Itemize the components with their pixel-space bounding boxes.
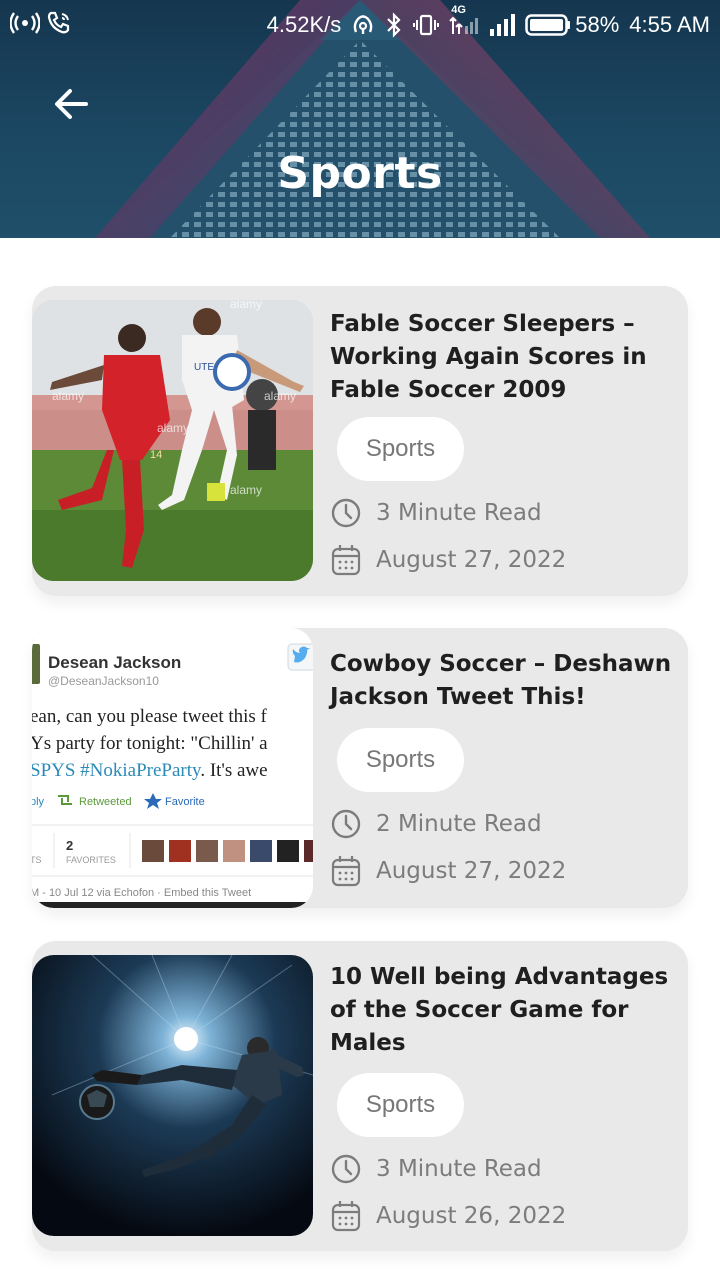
battery-icon <box>525 14 571 36</box>
player-number: 14 <box>150 449 162 461</box>
tweet-stats-fragment: TS <box>32 855 42 865</box>
hotspot-icon <box>10 12 40 34</box>
watermark: alamy <box>157 421 189 435</box>
watermark: alamy <box>230 483 262 497</box>
shirt-text: UTE <box>194 362 214 373</box>
watermark: alamy <box>230 300 262 311</box>
article-title[interactable]: Fable Soccer Sleepers – Working Again Sc… <box>330 308 675 407</box>
clock: 4:55 AM <box>629 12 710 37</box>
calendar-icon <box>331 545 361 576</box>
soccer-player-kick-photo <box>32 955 313 1236</box>
article-title[interactable]: Cowboy Soccer – Deshawn Jackson Tweet Th… <box>330 648 675 714</box>
tweet-text-line: ean, can you please tweet this f <box>32 706 268 727</box>
tweet-favorite[interactable]: Favorite <box>165 796 205 808</box>
calendar-icon <box>331 856 361 887</box>
mobile-signal-4g: 4G <box>449 4 479 38</box>
read-time-text: 3 Minute Read <box>376 1156 542 1182</box>
page-title: Sports <box>277 148 443 199</box>
tweet-text-rest: . It's awe <box>200 760 267 781</box>
publish-date: August 27, 2022 <box>330 854 566 888</box>
tweet-retweeted[interactable]: Retweeted <box>79 796 132 808</box>
favorites-label: FAVORITES <box>66 855 116 865</box>
battery-level: 58% <box>575 12 620 37</box>
read-time-text: 2 Minute Read <box>376 811 542 837</box>
status-bar: 4.52K/s 4G 58% 4:55 AM <box>0 0 720 50</box>
article-card[interactable]: Desean Jackson @DeseanJackson10 ean, can… <box>32 628 688 908</box>
battery-indicator: 58% <box>525 12 619 38</box>
article-title[interactable]: 10 Well being Advantages of the Soccer G… <box>330 961 675 1060</box>
watermark: alamy <box>52 389 84 403</box>
article-thumbnail <box>32 955 313 1236</box>
article-thumbnail: Desean Jackson @DeseanJackson10 ean, can… <box>32 628 313 908</box>
tweet-author-handle: @DeseanJackson10 <box>48 674 159 688</box>
tweet-text-line: SPYS #NokiaPreParty. It's awe <box>32 760 268 781</box>
tweet-reply-action[interactable]: ply <box>32 796 45 808</box>
network-speed: 4.52K/s <box>266 12 342 37</box>
category-chip[interactable]: Sports <box>337 728 464 792</box>
tweet-text-line: Ys party for tonight: "Chillin' a <box>32 733 268 754</box>
read-time-text: 3 Minute Read <box>376 500 542 526</box>
tweet-screenshot: Desean Jackson @DeseanJackson10 ean, can… <box>32 628 313 908</box>
article-card[interactable]: UTE 14 alamy alamy alamy alamy alamy Fab… <box>32 286 688 596</box>
bluetooth-icon <box>387 12 401 38</box>
read-time: 3 Minute Read <box>330 1153 542 1185</box>
article-list: UTE 14 alamy alamy alamy alamy alamy Fab… <box>0 238 720 1280</box>
signal-weak-icon <box>449 16 479 34</box>
publish-date: August 27, 2022 <box>330 543 566 577</box>
article-card[interactable]: 10 Well being Advantages of the Soccer G… <box>32 941 688 1251</box>
soccer-match-photo: UTE 14 alamy alamy alamy alamy alamy <box>32 300 313 581</box>
article-thumbnail: UTE 14 alamy alamy alamy alamy alamy <box>32 300 313 581</box>
favorites-count: 2 <box>66 838 73 853</box>
read-time: 3 Minute Read <box>330 497 542 529</box>
clock-icon <box>331 498 361 528</box>
date-text: August 27, 2022 <box>376 547 567 573</box>
date-text: August 27, 2022 <box>376 858 567 884</box>
calendar-icon <box>331 1201 361 1232</box>
tweet-footer: M - 10 Jul 12 via Echofon · Embed this T… <box>32 887 251 899</box>
category-chip[interactable]: Sports <box>337 417 464 481</box>
back-arrow-icon <box>55 89 88 119</box>
clock-icon <box>331 809 361 839</box>
app-header: 4.52K/s 4G 58% 4:55 AM Sports <box>0 0 720 238</box>
back-button[interactable] <box>50 82 94 126</box>
watermark: alamy <box>264 389 296 403</box>
signal-strength-icon <box>490 14 516 36</box>
read-time: 2 Minute Read <box>330 808 542 840</box>
tweet-author-name: Desean Jackson <box>48 653 181 672</box>
nfc-icon <box>353 15 373 34</box>
vibrate-icon <box>413 14 440 36</box>
tweet-hashtag-link[interactable]: SPYS #NokiaPreParty <box>32 760 202 781</box>
publish-date: August 26, 2022 <box>330 1199 566 1233</box>
clock-icon <box>331 1154 361 1184</box>
wifi-calling-icon <box>47 11 70 34</box>
category-chip[interactable]: Sports <box>337 1073 464 1137</box>
date-text: August 26, 2022 <box>376 1203 567 1229</box>
